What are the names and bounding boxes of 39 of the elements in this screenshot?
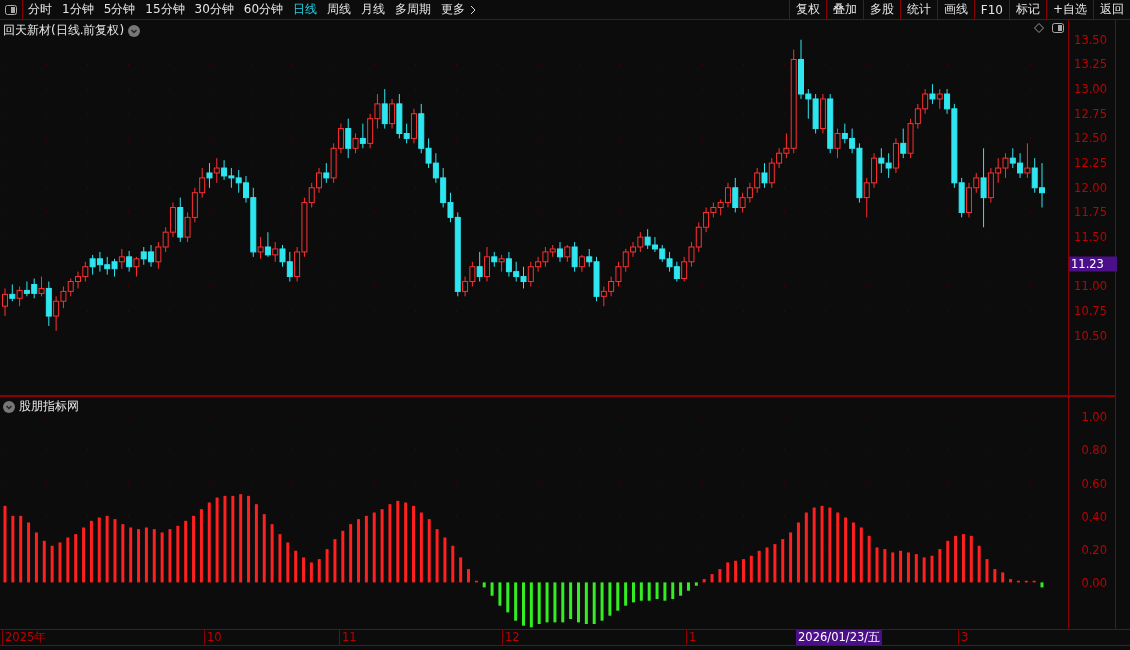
time-label: 10 [204,630,222,645]
price-tick: 12.75 [1074,106,1107,121]
period-tab[interactable]: 分时 [23,0,57,19]
price-tick: 12.25 [1074,156,1107,171]
price-tick: 13.00 [1074,82,1107,97]
period-tab[interactable]: 日线 [288,0,323,19]
indicator-tick: 1.00 [1081,409,1107,424]
time-label: 12 [502,630,520,645]
period-tab[interactable]: 月线 [356,0,391,19]
period-tab[interactable]: 1分钟 [57,0,99,19]
period-tab[interactable]: 30分钟 [189,0,239,19]
cursor-date-label: 2026/01/23/五 [796,630,883,645]
indicator-tick: 0.40 [1081,509,1107,524]
indicator-title: 股朋指标网 [19,398,79,415]
indicator-tick: 0.20 [1081,543,1107,558]
price-tick: 11.75 [1074,205,1107,220]
price-tick: 13.25 [1074,57,1107,72]
price-tick: 13.50 [1074,32,1107,47]
current-price-label: 11.23 [1069,256,1117,272]
period-tab[interactable]: 多周期 [390,0,437,19]
period-tab[interactable]: 15分钟 [140,0,190,19]
indicator-tick: 0.80 [1081,443,1107,458]
stock-title: 回天新材(日线.前复权) [3,22,125,39]
time-label: 2025年 [2,630,47,645]
indicator-tick: 0.00 [1081,576,1107,591]
price-tick: 12.00 [1074,180,1107,195]
price-tick: 11.50 [1074,230,1107,245]
indicator-tick: 0.60 [1081,476,1107,491]
more-menu[interactable]: 更多 [436,0,471,19]
time-label: 11 [339,630,357,645]
price-tick: 11.00 [1074,279,1107,294]
period-tab[interactable]: 60分钟 [238,0,289,19]
period-tab[interactable]: 周线 [322,0,357,19]
price-tick: 10.75 [1074,304,1107,319]
price-tick: 12.50 [1074,131,1107,146]
time-label: 1 [686,630,697,645]
price-tick: 10.50 [1074,328,1107,343]
time-label: 3 [958,630,969,645]
period-tab[interactable]: 5分钟 [98,0,141,19]
